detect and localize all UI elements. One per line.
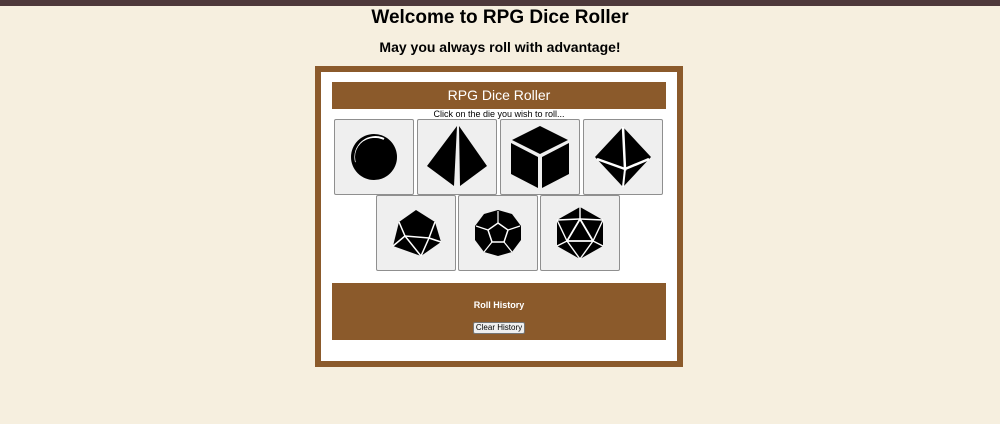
d8-button[interactable] <box>583 119 663 195</box>
d2-coin-icon <box>351 134 397 180</box>
dice-roller-panel: RPG Dice Roller Click on the die you wis… <box>315 66 683 367</box>
d20-button[interactable] <box>540 195 620 271</box>
d10-button[interactable] <box>376 195 456 271</box>
page-title: Welcome to RPG Dice Roller <box>371 7 629 28</box>
app-header: RPG Dice Roller <box>332 82 666 109</box>
top-bar <box>0 0 1000 6</box>
d10-icon <box>392 210 442 257</box>
d6-button[interactable] <box>500 119 580 195</box>
roll-history-title: Roll History <box>473 300 525 310</box>
clear-history-button[interactable]: Clear History <box>473 322 525 334</box>
d12-icon <box>475 210 521 256</box>
d6-icon <box>511 126 569 188</box>
d4-button[interactable] <box>417 119 497 195</box>
d4-icon <box>427 126 487 186</box>
page-subtitle: May you always roll with advantage! <box>379 39 621 55</box>
roll-history-panel: Roll History Clear History <box>332 283 666 340</box>
d20-icon <box>556 207 604 260</box>
d8-icon <box>595 126 651 188</box>
d12-button[interactable] <box>458 195 538 271</box>
d2-button[interactable] <box>334 119 414 195</box>
